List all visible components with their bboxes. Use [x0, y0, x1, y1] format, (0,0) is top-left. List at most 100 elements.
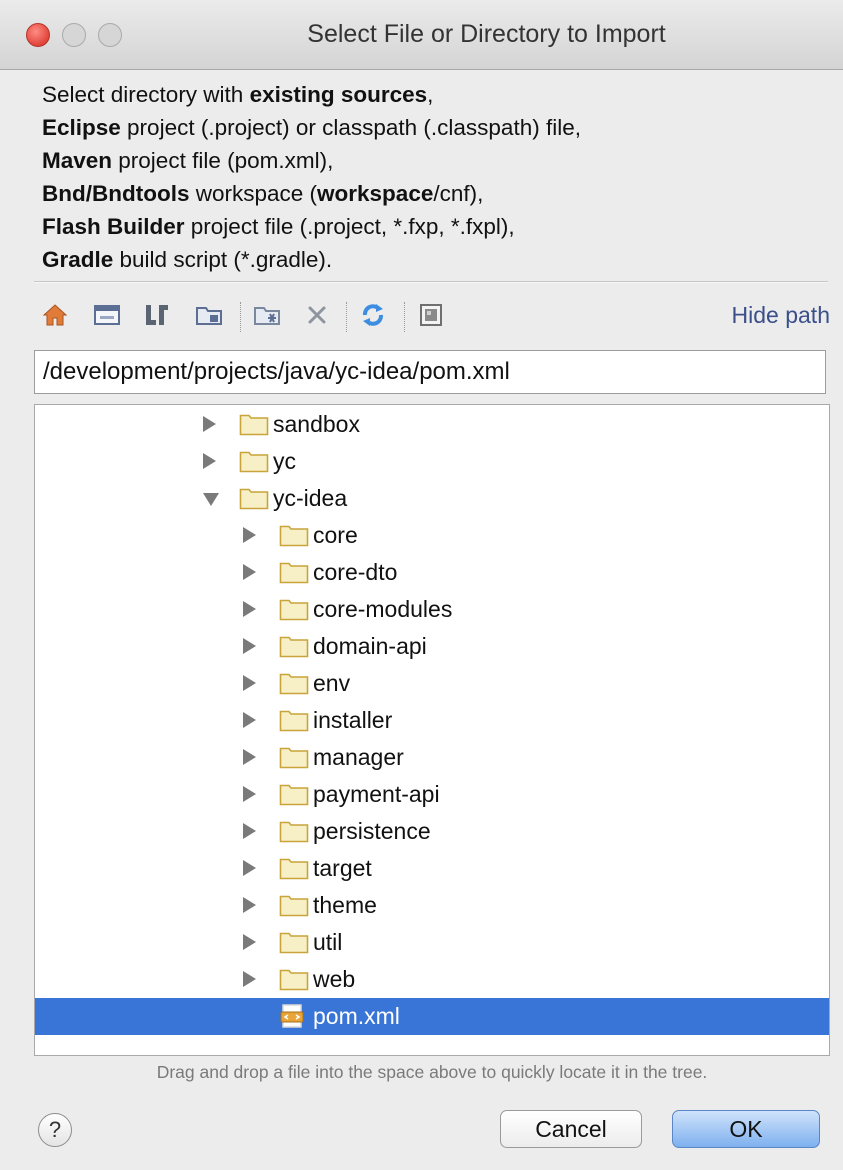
refresh-icon[interactable] [358, 300, 388, 330]
import-description: Select directory with existing sources, E… [42, 78, 822, 276]
home-icon[interactable] [40, 300, 70, 330]
description-text: build script (*.gradle). [113, 247, 333, 272]
tree-item-label: installer [313, 707, 393, 733]
tree-item-label: yc [273, 448, 296, 474]
tree-folder-row[interactable]: payment-api [35, 776, 829, 813]
close-window-button[interactable] [26, 23, 50, 47]
description-bold-text: Flash Builder [42, 214, 185, 239]
tree-folder-row[interactable]: core-dto [35, 554, 829, 591]
tree-item-label: sandbox [273, 411, 360, 437]
description-text: project file (.project, *.fxp, *.fxpl), [184, 214, 515, 239]
tree-item-label: env [313, 670, 351, 696]
description-bold-text: Bnd/Bndtools [42, 181, 190, 206]
collapsed-arrow-icon[interactable] [243, 897, 256, 913]
folder-icon [279, 671, 309, 695]
tree-item-label: yc-idea [273, 485, 348, 511]
tree-folder-row[interactable]: target [35, 850, 829, 887]
tree-item-label: domain-api [313, 633, 427, 659]
tree-item-label: persistence [313, 818, 431, 844]
description-line: Bnd/Bndtools workspace (workspace/cnf), [42, 177, 822, 210]
tree-folder-row[interactable]: domain-api [35, 628, 829, 665]
ok-button[interactable]: OK [672, 1110, 820, 1148]
cancel-button[interactable]: Cancel [500, 1110, 642, 1148]
description-text: /cnf), [433, 181, 484, 206]
description-bold-text: existing sources [249, 82, 428, 107]
tree-folder-row[interactable]: sandbox [35, 406, 829, 443]
minimize-window-button[interactable] [62, 23, 86, 47]
folder-icon [239, 449, 269, 473]
new-folder-icon[interactable] [252, 300, 282, 330]
tree-file-row[interactable]: pom.xml [35, 998, 829, 1035]
tree-item-label: core [313, 522, 358, 548]
description-line: Gradle build script (*.gradle). [42, 243, 822, 276]
description-text: project (.project) or classpath (.classp… [120, 115, 581, 140]
description-line: Eclipse project (.project) or classpath … [42, 111, 822, 144]
description-text: project file (pom.xml), [112, 148, 334, 173]
description-line: Flash Builder project file (.project, *.… [42, 210, 822, 243]
tree-folder-row[interactable]: yc [35, 443, 829, 480]
folder-icon [239, 412, 269, 436]
description-bold-text: workspace [317, 181, 434, 206]
tree-folder-row[interactable]: env [35, 665, 829, 702]
toolbar-separator [240, 302, 241, 332]
hide-path-link[interactable]: Hide path [732, 302, 830, 329]
help-button[interactable]: ? [38, 1113, 72, 1147]
description-line: Maven project file (pom.xml), [42, 144, 822, 177]
window-title: Select File or Directory to Import [307, 20, 666, 48]
xml-file-icon [279, 1004, 309, 1028]
tree-item-label: web [313, 966, 356, 992]
tree-folder-row[interactable]: installer [35, 702, 829, 739]
folder-icon [279, 856, 309, 880]
folder-icon [279, 930, 309, 954]
desktop-icon[interactable] [92, 300, 122, 330]
collapsed-arrow-icon[interactable] [243, 860, 256, 876]
tree-folder-row[interactable]: manager [35, 739, 829, 776]
collapsed-arrow-icon[interactable] [203, 453, 216, 469]
title-bar: Select File or Directory to Import [0, 0, 843, 70]
collapsed-arrow-icon[interactable] [243, 971, 256, 987]
file-tree[interactable]: sandbox yc yc-idea core core-dto core-modules… [34, 404, 830, 1056]
collapsed-arrow-icon[interactable] [243, 675, 256, 691]
description-text: Select directory with [42, 82, 250, 107]
delete-icon[interactable] [302, 300, 332, 330]
tree-folder-row[interactable]: web [35, 961, 829, 998]
tree-folder-row[interactable]: theme [35, 887, 829, 924]
description-text: , [427, 82, 434, 107]
tree-folder-row[interactable]: core-modules [35, 591, 829, 628]
description-text: workspace ( [189, 181, 318, 206]
tree-folder-row[interactable]: util [35, 924, 829, 961]
toolbar-separator [346, 302, 347, 332]
folder-icon [279, 745, 309, 769]
collapsed-arrow-icon[interactable] [243, 749, 256, 765]
folder-icon [279, 967, 309, 991]
folder-icon [239, 486, 269, 510]
project-icon[interactable] [142, 300, 172, 330]
collapsed-arrow-icon[interactable] [243, 934, 256, 950]
divider [34, 281, 828, 283]
collapsed-arrow-icon[interactable] [243, 823, 256, 839]
folder-icon [279, 819, 309, 843]
tree-folder-row[interactable]: persistence [35, 813, 829, 850]
collapsed-arrow-icon[interactable] [243, 527, 256, 543]
collapsed-arrow-icon[interactable] [243, 638, 256, 654]
zoom-window-button[interactable] [98, 23, 122, 47]
collapsed-arrow-icon[interactable] [243, 786, 256, 802]
tree-item-label: core-dto [313, 559, 398, 585]
collapsed-arrow-icon[interactable] [203, 416, 216, 432]
toolbar-separator [404, 302, 405, 332]
tree-item-label: pom.xml [313, 1003, 400, 1029]
tree-folder-row[interactable]: yc-idea [35, 480, 829, 517]
file-chooser-toolbar: Hide path [34, 292, 830, 342]
description-line: Select directory with existing sources, [42, 78, 822, 111]
description-bold-text: Gradle [42, 247, 114, 272]
show-hidden-icon[interactable] [416, 300, 446, 330]
path-input[interactable] [34, 350, 826, 394]
collapsed-arrow-icon[interactable] [243, 564, 256, 580]
expanded-arrow-icon[interactable] [203, 493, 219, 506]
tree-folder-row[interactable]: core [35, 517, 829, 554]
collapsed-arrow-icon[interactable] [243, 712, 256, 728]
folder-icon [279, 597, 309, 621]
module-icon[interactable] [194, 300, 224, 330]
collapsed-arrow-icon[interactable] [243, 601, 256, 617]
description-bold-text: Eclipse [42, 115, 121, 140]
